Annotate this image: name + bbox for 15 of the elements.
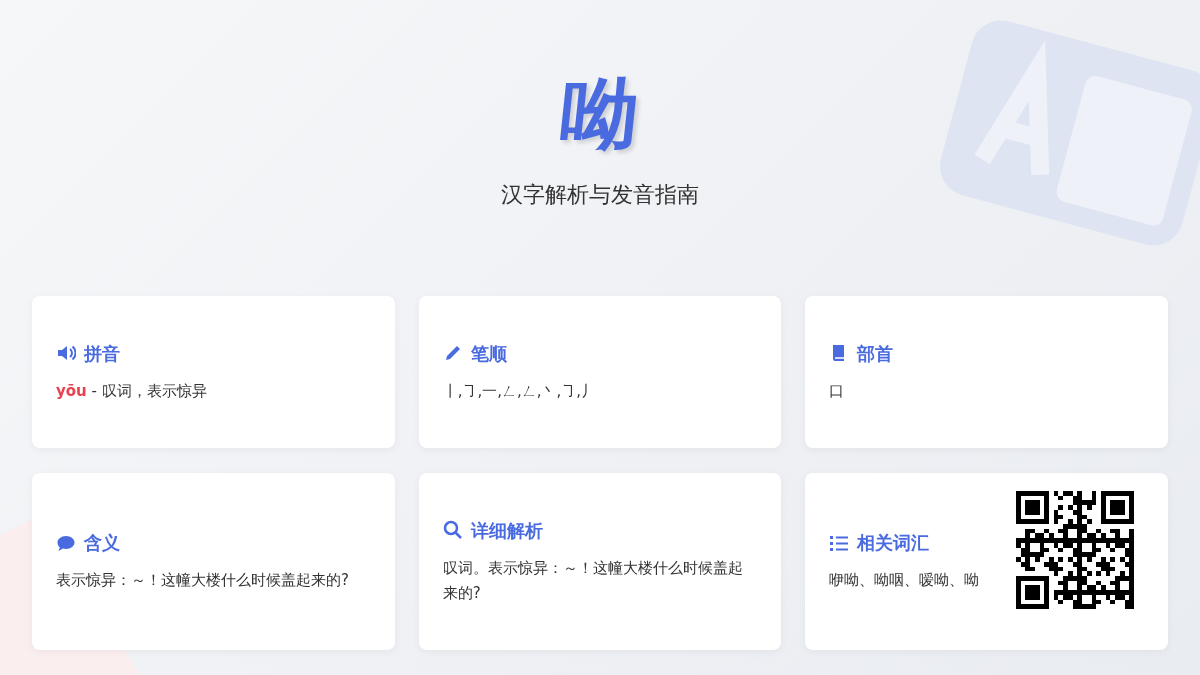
card-title: 含义: [84, 531, 120, 556]
card-text: 咿呦、呦咽、嗳呦、呦: [829, 570, 981, 592]
card-text: 口: [829, 380, 846, 402]
card-title: 相关词汇: [857, 531, 930, 556]
card-title: 拼音: [84, 341, 120, 366]
subtitle: 汉字解析与发音指南: [501, 181, 699, 209]
card-text: 叹词。表示惊异：～！这幢大楼什么时候盖起来的?: [442, 557, 743, 604]
card-text: 表示惊异：～！这幢大楼什么时候盖起来的?: [56, 570, 350, 592]
card-text: yōu - 叹词，表示惊异: [56, 380, 208, 402]
hanzi-character: 呦: [556, 76, 644, 154]
search-icon: [442, 520, 463, 540]
card-text: 丨,㇆,一,ㄥ,ㄥ,丶,㇆,丿: [442, 380, 598, 402]
card-title: 详细解析: [470, 518, 543, 543]
card-title: 部首: [857, 341, 894, 366]
card-title: 笔顺: [470, 341, 507, 366]
